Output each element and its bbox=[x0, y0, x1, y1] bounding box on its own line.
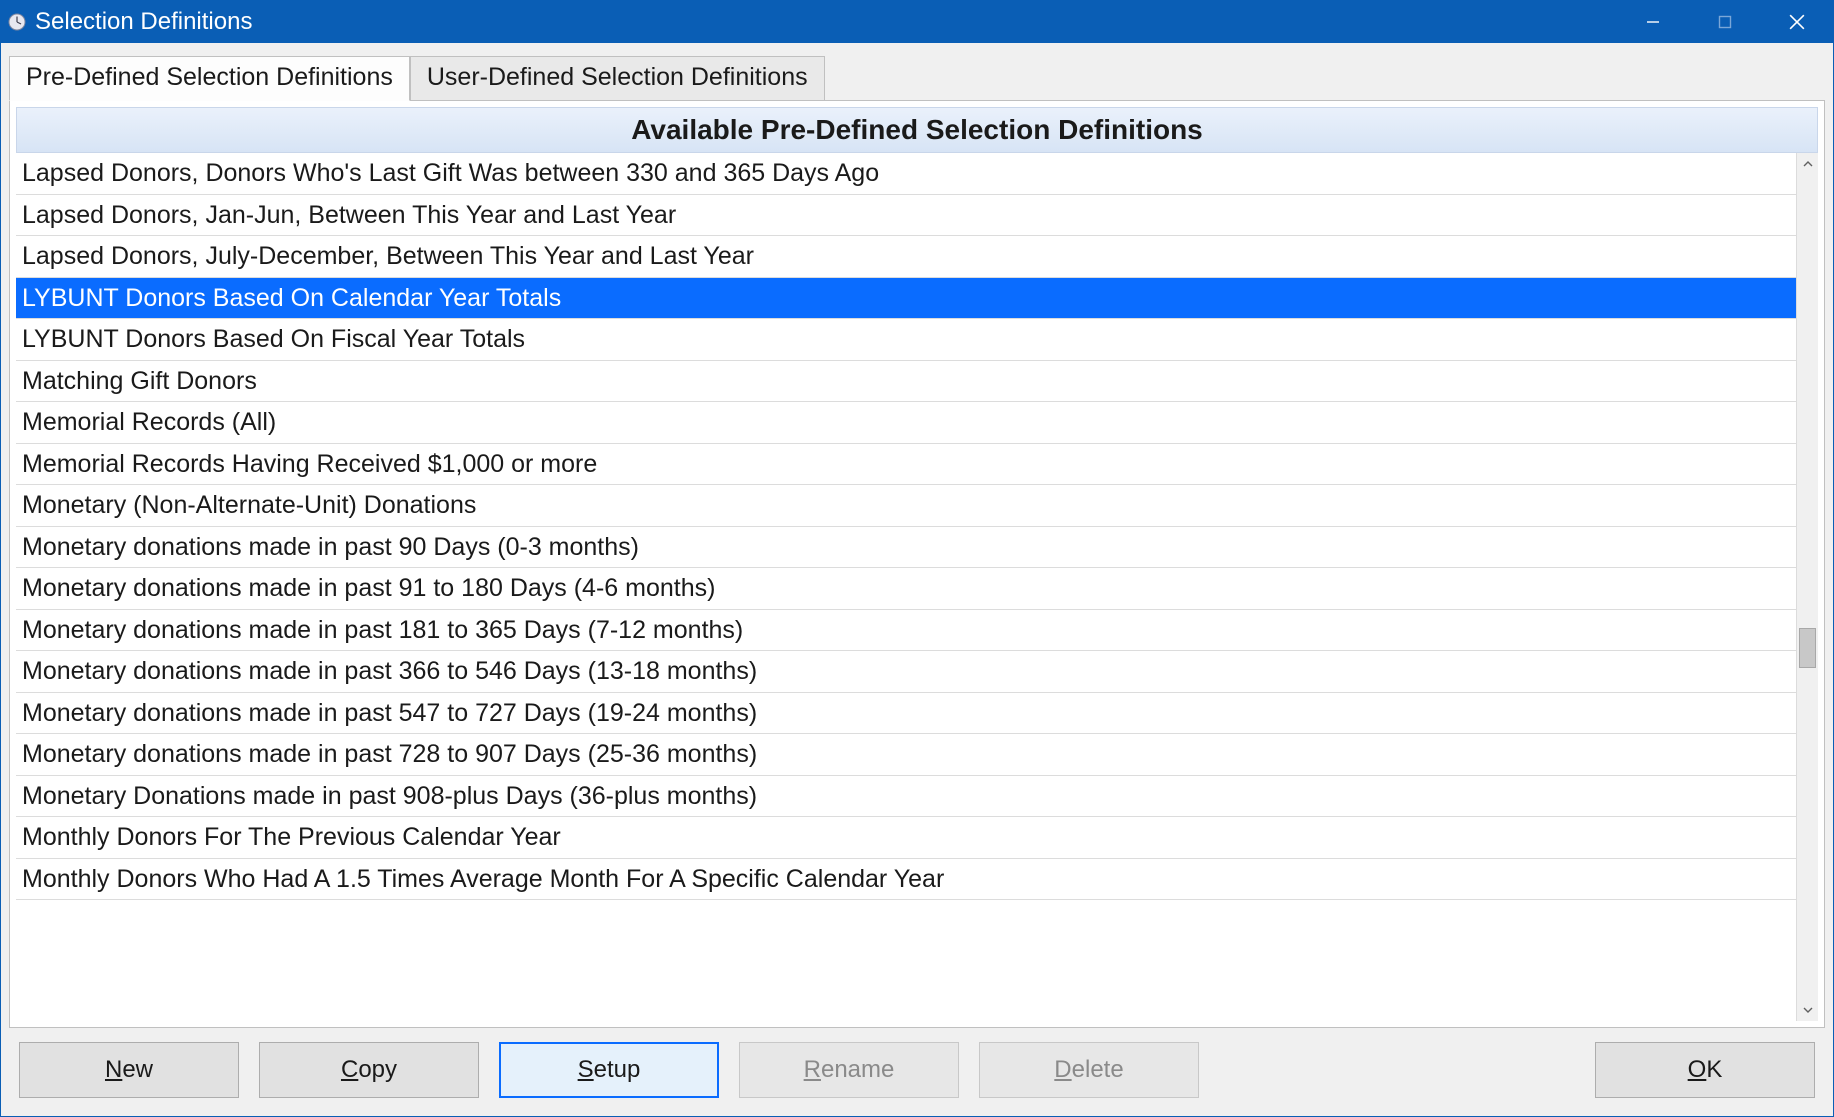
button-bar: New Copy Setup Rename Delete OK bbox=[9, 1028, 1825, 1108]
btn-label-accel: D bbox=[1054, 1056, 1071, 1084]
setup-button[interactable]: Setup bbox=[499, 1042, 719, 1098]
app-icon bbox=[7, 12, 27, 32]
list-item[interactable]: Monetary donations made in past 181 to 3… bbox=[16, 610, 1796, 652]
list-item[interactable]: Matching Gift Donors bbox=[16, 361, 1796, 403]
close-button[interactable] bbox=[1761, 1, 1833, 43]
window: Selection Definitions Pre-Defined Select… bbox=[0, 0, 1834, 1117]
btn-label-post: ew bbox=[122, 1056, 153, 1084]
btn-label-accel: S bbox=[578, 1056, 594, 1084]
scroll-thumb[interactable] bbox=[1799, 628, 1816, 668]
minimize-button[interactable] bbox=[1617, 1, 1689, 43]
btn-label-post: K bbox=[1706, 1056, 1722, 1084]
delete-button: Delete bbox=[979, 1042, 1199, 1098]
list-item[interactable]: Lapsed Donors, Donors Who's Last Gift Wa… bbox=[16, 153, 1796, 195]
maximize-button bbox=[1689, 1, 1761, 43]
window-controls bbox=[1617, 1, 1833, 43]
list-item[interactable]: Monetary donations made in past 366 to 5… bbox=[16, 651, 1796, 693]
list-wrap: Lapsed Donors, Donors Who's Last Gift Wa… bbox=[16, 153, 1818, 1021]
list-item[interactable]: Lapsed Donors, July-December, Between Th… bbox=[16, 236, 1796, 278]
list-item[interactable]: Monetary donations made in past 90 Days … bbox=[16, 527, 1796, 569]
list-item[interactable]: Memorial Records Having Received $1,000 … bbox=[16, 444, 1796, 486]
new-button[interactable]: New bbox=[19, 1042, 239, 1098]
list-item[interactable]: Lapsed Donors, Jan-Jun, Between This Yea… bbox=[16, 195, 1796, 237]
btn-label-post: ename bbox=[821, 1056, 894, 1084]
copy-button[interactable]: Copy bbox=[259, 1042, 479, 1098]
tabpanel-predefined: Available Pre-Defined Selection Definiti… bbox=[9, 100, 1825, 1028]
list-item[interactable]: Monthly Donors Who Had A 1.5 Times Avera… bbox=[16, 859, 1796, 901]
list-item[interactable]: Monetary donations made in past 728 to 9… bbox=[16, 734, 1796, 776]
vertical-scrollbar[interactable] bbox=[1796, 153, 1818, 1021]
scroll-up-arrow-icon[interactable] bbox=[1797, 153, 1818, 175]
ok-button[interactable]: OK bbox=[1595, 1042, 1815, 1098]
tabstrip: Pre-Defined Selection Definitions User-D… bbox=[9, 55, 1825, 100]
list-item[interactable]: Monetary (Non-Alternate-Unit) Donations bbox=[16, 485, 1796, 527]
scroll-track[interactable] bbox=[1797, 175, 1818, 999]
window-title: Selection Definitions bbox=[35, 8, 252, 36]
client-area: Pre-Defined Selection Definitions User-D… bbox=[1, 43, 1833, 1116]
list-item[interactable]: LYBUNT Donors Based On Calendar Year Tot… bbox=[16, 278, 1796, 320]
rename-button: Rename bbox=[739, 1042, 959, 1098]
list-item[interactable]: Monetary donations made in past 547 to 7… bbox=[16, 693, 1796, 735]
titlebar: Selection Definitions bbox=[1, 1, 1833, 43]
btn-label-accel: R bbox=[804, 1056, 821, 1084]
list-item[interactable]: Monetary donations made in past 91 to 18… bbox=[16, 568, 1796, 610]
tab-predefined[interactable]: Pre-Defined Selection Definitions bbox=[9, 56, 410, 101]
list-item[interactable]: LYBUNT Donors Based On Fiscal Year Total… bbox=[16, 319, 1796, 361]
btn-label-post: opy bbox=[358, 1056, 397, 1084]
btn-label-accel: N bbox=[105, 1056, 122, 1084]
btn-label-post: etup bbox=[594, 1056, 641, 1084]
scroll-down-arrow-icon[interactable] bbox=[1797, 999, 1818, 1021]
list-item[interactable]: Memorial Records (All) bbox=[16, 402, 1796, 444]
list-item[interactable]: Monetary Donations made in past 908-plus… bbox=[16, 776, 1796, 818]
panel-header: Available Pre-Defined Selection Definiti… bbox=[16, 107, 1818, 153]
btn-label-post: elete bbox=[1072, 1056, 1124, 1084]
btn-label-accel: O bbox=[1688, 1056, 1707, 1084]
list-item[interactable]: Monthly Donors For The Previous Calendar… bbox=[16, 817, 1796, 859]
btn-label-accel: C bbox=[341, 1056, 358, 1084]
definitions-list[interactable]: Lapsed Donors, Donors Who's Last Gift Wa… bbox=[16, 153, 1796, 1021]
tab-userdefined[interactable]: User-Defined Selection Definitions bbox=[410, 56, 825, 101]
